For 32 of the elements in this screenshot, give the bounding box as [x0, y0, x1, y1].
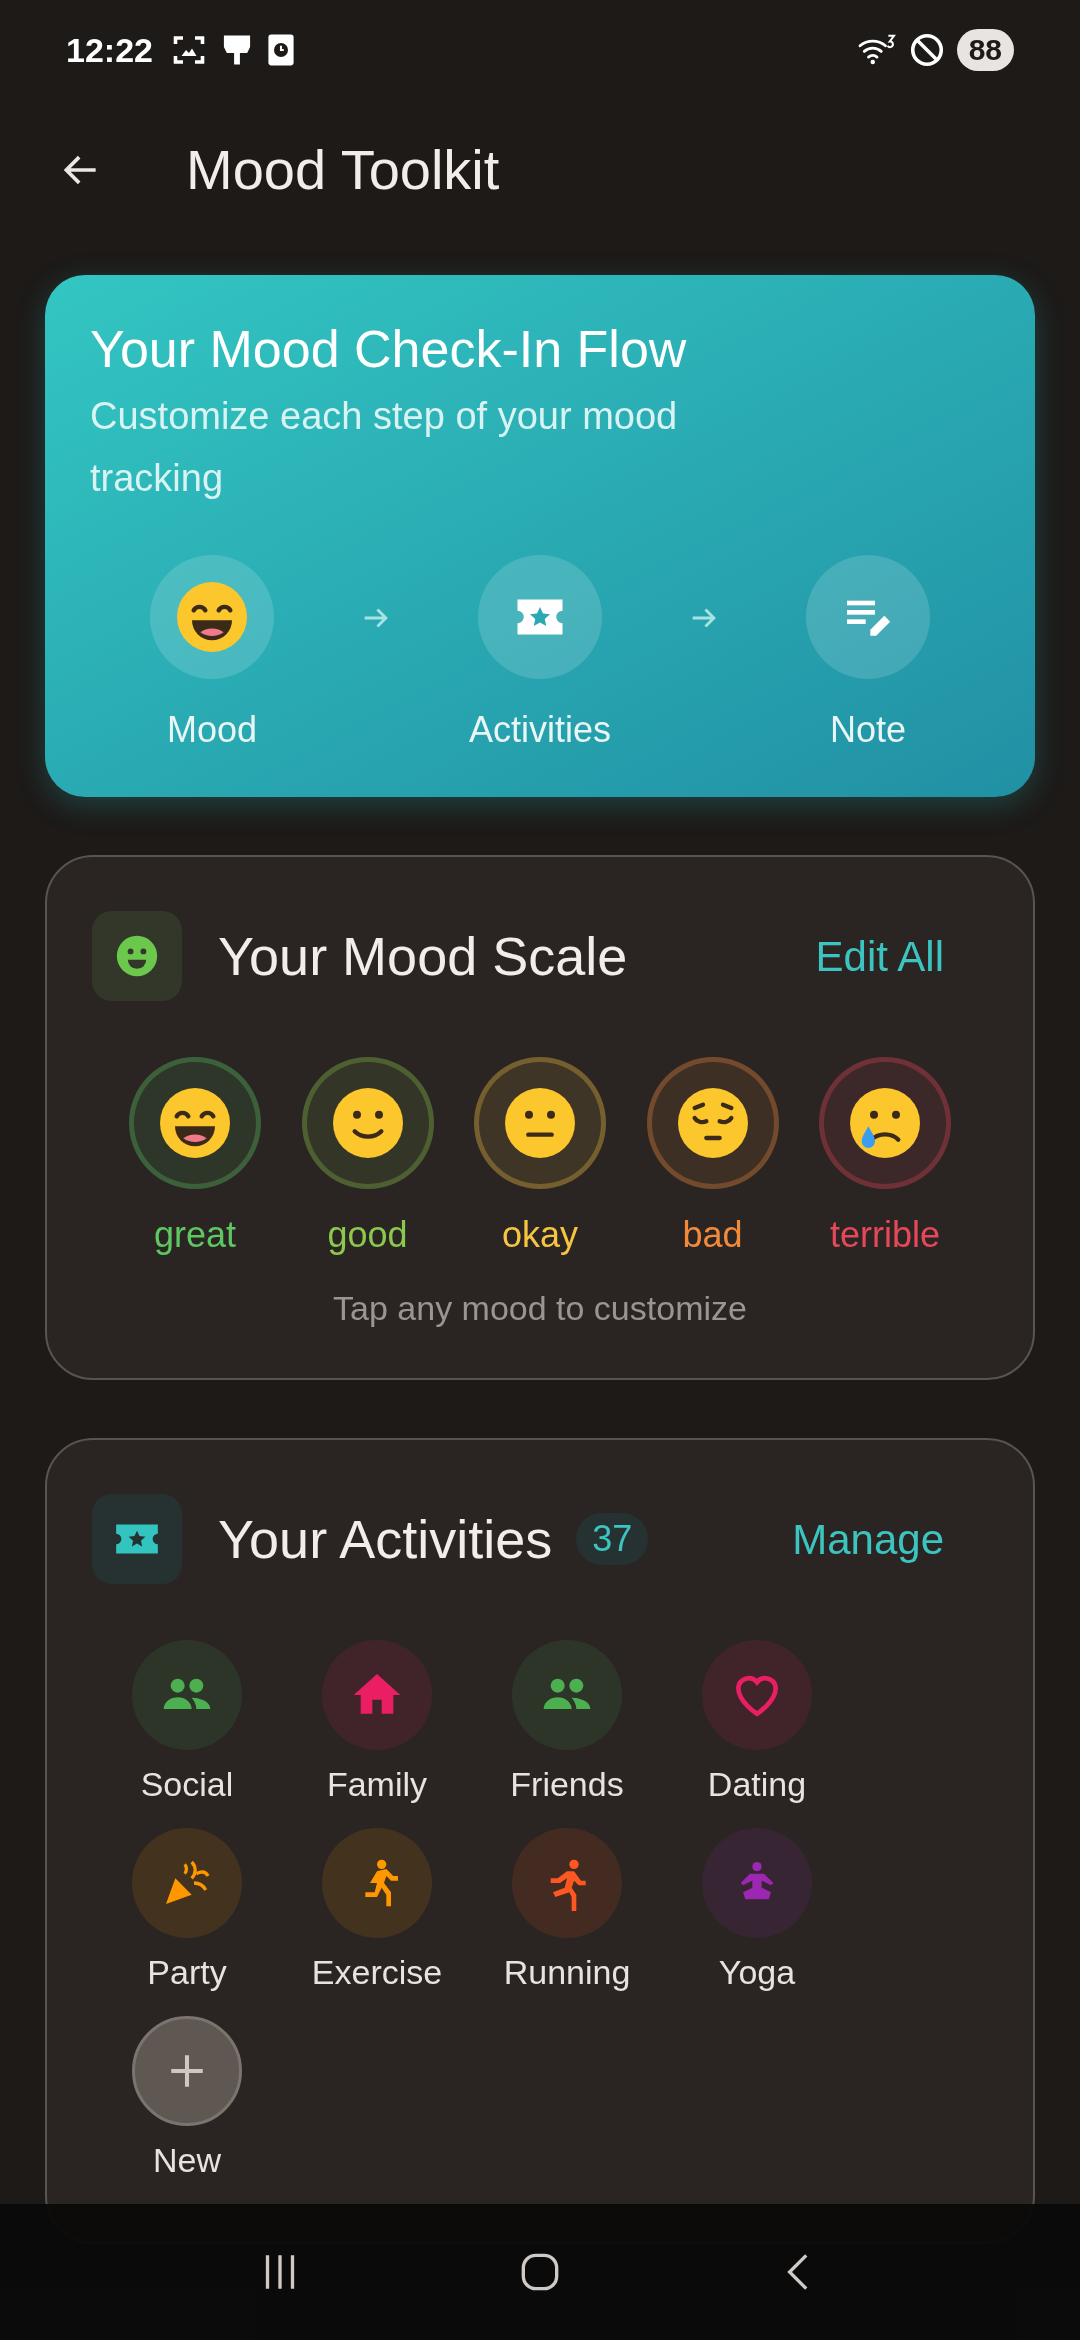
page-title: Mood Toolkit	[186, 137, 500, 203]
clock-card-icon	[266, 32, 295, 68]
mood-label: bad	[682, 1215, 743, 1255]
edit-all-link[interactable]: Edit All	[815, 924, 944, 988]
battery-level: 88	[956, 29, 1014, 71]
activity-label: Social	[140, 1764, 234, 1805]
status-time: 12:22	[66, 29, 153, 71]
mood-label: terrible	[829, 1215, 940, 1255]
activity-label: New	[153, 2140, 221, 2181]
activity-label: Exercise	[311, 1952, 443, 1993]
activity-label: Dating	[707, 1764, 807, 1805]
activity-label: Party	[147, 1952, 227, 1993]
mood-label: okay	[501, 1215, 578, 1255]
step-label: Note	[829, 708, 906, 752]
step-label: Activities	[469, 708, 611, 752]
smiley-icon	[115, 934, 159, 978]
activity-label: Family	[326, 1764, 428, 1805]
do-not-disturb-icon	[908, 32, 945, 68]
card-title: Your Mood Scale	[218, 924, 629, 988]
activity-label: Friends	[510, 1764, 624, 1805]
manage-link[interactable]: Manage	[792, 1507, 944, 1571]
activity-label: Yoga	[718, 1952, 796, 1993]
activity-label: Running	[503, 1952, 631, 1993]
mood-label: good	[327, 1215, 408, 1255]
mood-label: great	[153, 1215, 237, 1255]
card-subtitle: Customize each step of your mood tracking	[90, 394, 679, 501]
step-label: Mood	[166, 708, 258, 752]
hint-text: Tap any mood to customize	[333, 1288, 747, 1329]
count-badge: 37	[576, 1513, 649, 1565]
card-title: Your Activities	[218, 1507, 553, 1571]
card-title: Your Mood Check-In Flow	[90, 319, 688, 380]
wifi-icon	[856, 33, 897, 67]
